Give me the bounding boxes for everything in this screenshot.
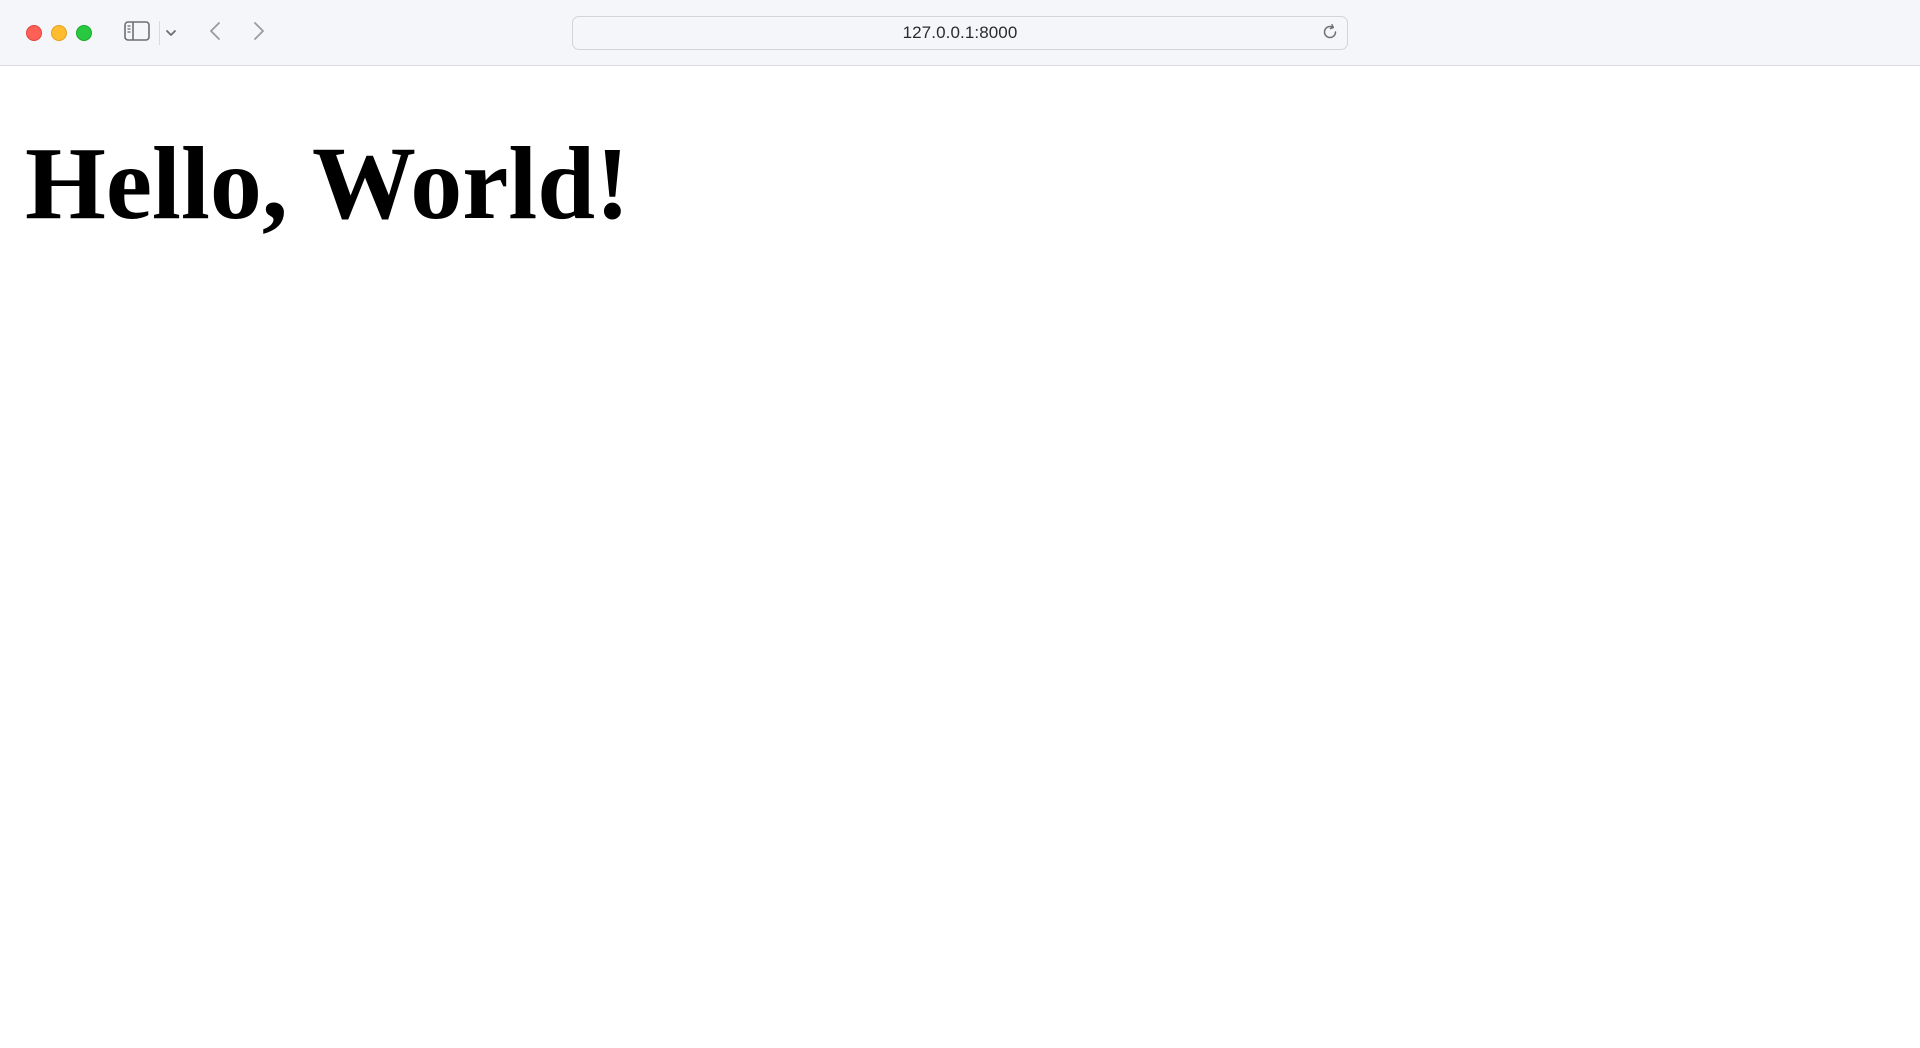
back-arrow-icon: [208, 20, 222, 47]
address-bar[interactable]: 127.0.0.1:8000: [572, 16, 1348, 50]
sidebar-toggle-button[interactable]: [123, 20, 151, 46]
forward-arrow-icon: [252, 20, 266, 47]
page-content: Hello, World!: [0, 66, 1920, 1048]
reload-icon: [1321, 23, 1339, 46]
tab-group-menu-button[interactable]: [163, 24, 179, 42]
browser-toolbar: 127.0.0.1:8000: [0, 0, 1920, 66]
address-text[interactable]: 127.0.0.1:8000: [573, 17, 1347, 49]
close-window-button[interactable]: [26, 25, 42, 41]
maximize-window-button[interactable]: [76, 25, 92, 41]
page-heading: Hello, World!: [25, 126, 630, 241]
toolbar-divider: [159, 21, 160, 45]
back-button[interactable]: [204, 20, 226, 46]
forward-button[interactable]: [248, 20, 270, 46]
minimize-window-button[interactable]: [51, 25, 67, 41]
sidebar-icon: [124, 20, 150, 46]
browser-window: 127.0.0.1:8000 Hello, World!: [0, 0, 1920, 1048]
reload-button[interactable]: [1319, 23, 1341, 45]
chevron-down-icon: [165, 24, 177, 42]
